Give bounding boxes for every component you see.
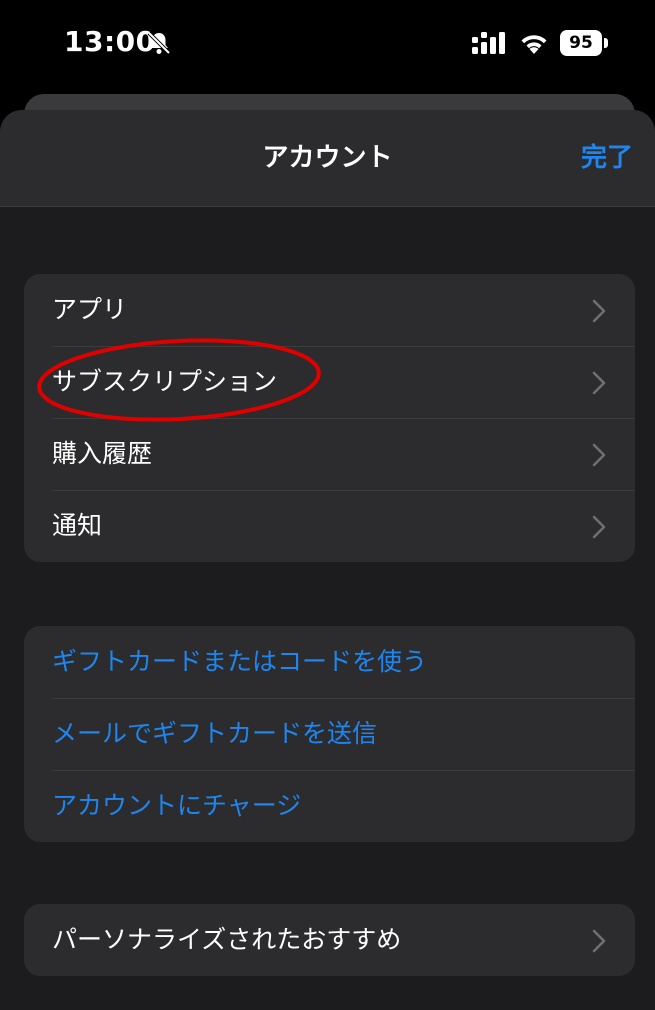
bell-off-icon — [147, 31, 171, 55]
chevron-right-icon — [592, 929, 606, 953]
battery-icon: 95 — [560, 30, 608, 56]
page-title: アカウント — [262, 143, 393, 173]
row-send-gift-card[interactable]: メールでギフトカードを送信 — [24, 698, 635, 770]
row-apps[interactable]: アプリ — [24, 274, 635, 346]
row-notifications[interactable]: 通知 — [24, 490, 635, 562]
status-time: 13:00 — [64, 25, 156, 58]
row-label: アプリ — [52, 295, 128, 324]
chevron-right-icon — [592, 443, 606, 467]
chevron-right-icon — [592, 515, 606, 539]
row-label: パーソナライズされたおすすめ — [52, 925, 402, 954]
wifi-icon — [521, 35, 547, 54]
recommendations-group: パーソナライズされたおすすめ — [24, 904, 635, 976]
battery-level: 95 — [569, 33, 593, 53]
chevron-right-icon — [592, 371, 606, 395]
done-button[interactable]: 完了 — [581, 140, 633, 176]
signal-icon — [472, 32, 505, 54]
gift-card-group: ギフトカードまたはコードを使う メールでギフトカードを送信 アカウントにチャージ — [24, 626, 635, 842]
row-label: 通知 — [52, 511, 103, 540]
chevron-right-icon — [592, 299, 606, 323]
row-link-label: アカウントにチャージ — [52, 791, 302, 820]
row-link-label: メールでギフトカードを送信 — [52, 719, 378, 748]
row-link-label: ギフトカードまたはコードを使う — [52, 647, 428, 676]
row-subscriptions[interactable]: サブスクリプション — [24, 346, 635, 418]
row-personalized-recommendations[interactable]: パーソナライズされたおすすめ — [24, 904, 635, 976]
status-bar: 13:00 95 — [0, 0, 655, 90]
navigation-bar: アカウント 完了 — [0, 110, 655, 207]
account-settings-group: アプリ サブスクリプション 購入履歴 通知 — [24, 274, 635, 562]
row-redeem-gift-card[interactable]: ギフトカードまたはコードを使う — [24, 626, 635, 698]
row-purchase-history[interactable]: 購入履歴 — [24, 418, 635, 490]
row-add-funds[interactable]: アカウントにチャージ — [24, 770, 635, 842]
row-label: 購入履歴 — [52, 439, 153, 468]
row-label: サブスクリプション — [52, 367, 278, 396]
